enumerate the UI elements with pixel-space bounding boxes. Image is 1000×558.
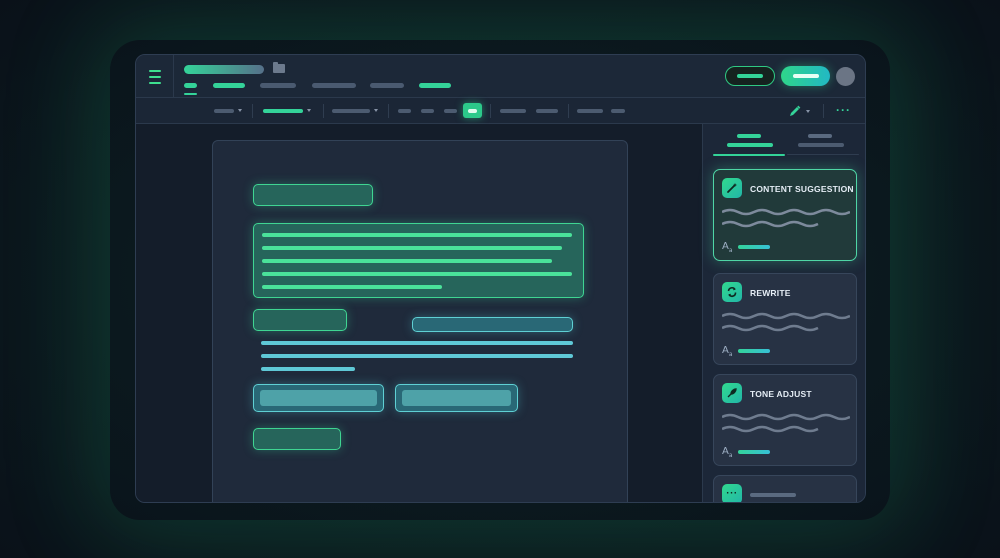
pen-icon[interactable] <box>788 104 802 118</box>
card-content-suggestion[interactable]: CONTENT SUGGESTION Aa <box>713 169 857 261</box>
menu-item-2[interactable] <box>213 83 245 88</box>
toolbar-dropdown-1[interactable] <box>214 109 234 113</box>
canvas-area <box>136 124 702 502</box>
card-title: CONTENT SUGGESTION <box>750 184 854 194</box>
hamburger-icon <box>148 68 161 86</box>
toolbar-button-7[interactable] <box>611 109 625 113</box>
content-block-2[interactable] <box>395 384 518 412</box>
subheading-block[interactable] <box>253 309 347 331</box>
toolbar-button-4[interactable] <box>500 109 526 113</box>
text-line <box>261 341 573 345</box>
text-style-icon[interactable]: Aa <box>722 446 733 459</box>
text-placeholder <box>722 425 819 433</box>
active-menu-indicator <box>184 93 197 95</box>
menu-item-3[interactable] <box>260 83 296 88</box>
text-line <box>262 285 442 289</box>
toolbar-dropdown-3[interactable] <box>332 109 370 113</box>
menu-item-1[interactable] <box>184 83 197 88</box>
card-title-placeholder <box>750 493 796 497</box>
toolbar-divider <box>568 104 569 118</box>
more-options-icon[interactable]: ··· <box>836 104 850 117</box>
tab-active-indicator <box>713 154 785 156</box>
toolbar-divider <box>252 104 253 118</box>
tab-suggestions-sub <box>727 143 773 147</box>
secondary-action-button[interactable] <box>725 66 775 86</box>
magic-wand-icon <box>722 178 742 198</box>
text-line <box>262 233 572 237</box>
menu-item-5[interactable] <box>370 83 404 88</box>
menu-item-4[interactable] <box>312 83 356 88</box>
panel-tabs <box>703 124 865 160</box>
apply-bar[interactable] <box>738 349 770 353</box>
paragraph-block-selected[interactable] <box>253 223 584 298</box>
text-placeholder <box>722 220 819 228</box>
text-line <box>262 259 552 263</box>
document-page <box>212 140 628 502</box>
toolbar-divider <box>823 104 824 118</box>
toolbar-button-5[interactable] <box>536 109 558 113</box>
chevron-down-icon <box>374 109 378 112</box>
card-tone-adjust[interactable]: TONE ADJUST Aa <box>713 374 857 466</box>
tab-history-sub <box>798 143 844 147</box>
text-line <box>261 354 573 358</box>
menu-item-6[interactable] <box>419 83 451 88</box>
text-placeholder <box>722 324 819 332</box>
toolbar-dropdown-2[interactable] <box>263 109 303 113</box>
tab-history[interactable] <box>808 134 832 138</box>
toolbar-button-6[interactable] <box>577 109 603 113</box>
text-line <box>262 272 572 276</box>
apply-bar[interactable] <box>738 245 770 249</box>
chevron-down-icon <box>238 109 242 112</box>
primary-action-button[interactable] <box>781 66 830 86</box>
text-placeholder <box>722 208 850 216</box>
toolbar-button-2[interactable] <box>421 109 434 113</box>
heading-block[interactable] <box>253 184 373 206</box>
more-icon: ··· <box>722 484 742 502</box>
avatar[interactable] <box>836 67 855 86</box>
text-line <box>262 246 562 250</box>
folder-icon[interactable] <box>273 62 285 73</box>
content-block-1[interactable] <box>253 384 384 412</box>
card-title: TONE ADJUST <box>750 389 812 399</box>
text-line <box>261 367 355 371</box>
text-style-icon[interactable]: Aa <box>722 241 733 254</box>
document-title[interactable] <box>184 65 264 74</box>
toolbar-divider <box>323 104 324 118</box>
card-rewrite[interactable]: REWRITE Aa <box>713 273 857 365</box>
card-title: REWRITE <box>750 288 791 298</box>
menu-button[interactable] <box>136 55 174 98</box>
tab-divider <box>787 154 859 155</box>
format-toolbar: ··· <box>136 98 865 124</box>
quill-icon <box>722 383 742 403</box>
chevron-down-icon <box>806 110 810 113</box>
toolbar-button-1[interactable] <box>398 109 411 113</box>
editor-window: ··· CONTENT SUGGESTION Aa REWRITE Aa TON… <box>135 54 866 503</box>
toolbar-divider <box>490 104 491 118</box>
card-more[interactable]: ··· <box>713 475 857 502</box>
tab-suggestions[interactable] <box>737 134 761 138</box>
footer-block[interactable] <box>253 428 341 450</box>
apply-bar[interactable] <box>738 450 770 454</box>
highlight-block[interactable] <box>412 317 573 332</box>
text-placeholder <box>722 413 850 421</box>
text-style-icon[interactable]: Aa <box>722 345 733 358</box>
text-placeholder <box>722 312 850 320</box>
toolbar-button-3[interactable] <box>444 109 457 113</box>
toolbar-divider <box>388 104 389 118</box>
chevron-down-icon <box>307 109 311 112</box>
top-bar <box>136 55 865 98</box>
toolbar-button-active[interactable] <box>463 103 482 118</box>
refresh-icon <box>722 282 742 302</box>
ai-assistant-panel: CONTENT SUGGESTION Aa REWRITE Aa TONE AD… <box>702 124 865 502</box>
